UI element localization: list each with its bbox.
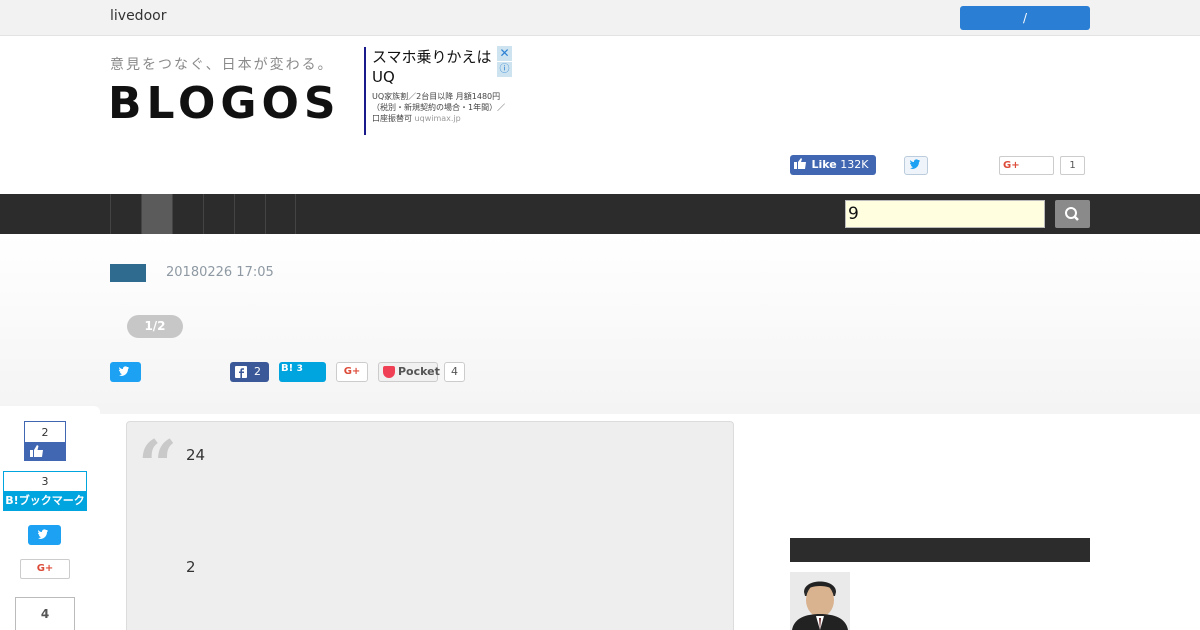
article-date: 20180226 17:05 [166,265,274,280]
facebook-icon [235,366,247,378]
rail-hatena-label: B!ブックマーク [4,491,86,510]
search-input[interactable]: 9 [845,200,1045,228]
facebook-share-button[interactable]: 2 [230,362,269,382]
twitter-follow-button[interactable] [904,156,928,175]
nav-item-1[interactable] [110,194,141,234]
ad-url[interactable]: uqwimax.jp [415,114,461,123]
livedoor-link[interactable]: livedoor [110,8,166,24]
blogos-logo[interactable]: BLOGOS [108,78,341,129]
twitter-bird-icon [910,159,920,169]
pocket-button[interactable]: Pocket [378,362,440,382]
page-indicator: 1/2 [127,315,183,338]
search-button[interactable] [1055,200,1090,228]
category-tag[interactable] [110,264,146,282]
twitter-bird-icon [119,366,129,376]
nav-item-6[interactable] [265,194,296,234]
facebook-like-button[interactable]: Like 132K [790,155,876,175]
site-tagline: 意見をつなぐ、日本が変わる。 [110,57,334,73]
sidebar-section-header [790,538,1090,562]
nav-item-3[interactable] [172,194,203,234]
search-icon [1065,207,1079,221]
google-plus-count: 1 [1060,156,1085,175]
tweet-button[interactable] [110,362,141,382]
facebook-share-count: 2 [254,365,261,378]
rail-facebook-button[interactable]: 2 [24,421,66,461]
nav-item-2[interactable] [141,194,172,234]
hatena-bookmark-button[interactable]: B! 3 [279,362,326,382]
rail-pocket-count[interactable]: 4 [15,597,75,630]
google-plus-button[interactable]: G+ [999,156,1054,175]
article-quote-box [126,421,734,630]
pocket-label: Pocket [398,365,440,378]
login-button[interactable]: / [960,6,1090,30]
facebook-like-label: Like [811,158,837,171]
ad-banner[interactable]: スマホ乗りかえはUQ UQ家族割／2台目以降 月額1480円（税別・新規契約の場… [364,46,512,135]
ad-body: UQ家族割／2台目以降 月額1480円（税別・新規契約の場合・1年間）／口座振替… [372,91,512,124]
nav-item-5[interactable] [234,194,265,234]
quote-mark-icon: “ [138,426,178,506]
info-icon[interactable]: ⓘ [497,62,512,77]
quote-text-line-1: 24 [186,446,206,464]
facebook-like-count: 132K [840,158,869,171]
rail-hatena-button[interactable]: 3 B!ブックマーク [3,471,87,511]
hatena-bookmark-count: 3 [296,364,303,374]
ad-title[interactable]: スマホ乗りかえはUQ [372,47,494,87]
author-photo[interactable] [790,572,850,630]
thumbs-up-icon [30,445,43,457]
quote-text-line-2: 2 [186,558,196,576]
nav-item-4[interactable] [203,194,234,234]
top-bar: livedoor / [0,0,1200,36]
close-icon[interactable]: ✕ [497,46,512,61]
twitter-bird-icon [38,529,48,539]
rail-tweet-button[interactable] [28,525,61,545]
person-portrait-icon [790,572,850,630]
hatena-bookmark-label: B! [281,363,294,374]
rail-facebook-bar [25,442,65,460]
thumbs-up-icon [794,158,806,169]
google-plus-share-button[interactable]: G+ [336,362,368,382]
rail-facebook-count: 2 [41,426,49,439]
pocket-icon [383,366,395,378]
pocket-count: 4 [444,362,465,382]
rail-google-plus-button[interactable]: G+ [20,559,70,579]
rail-hatena-count: 3 [41,475,49,488]
